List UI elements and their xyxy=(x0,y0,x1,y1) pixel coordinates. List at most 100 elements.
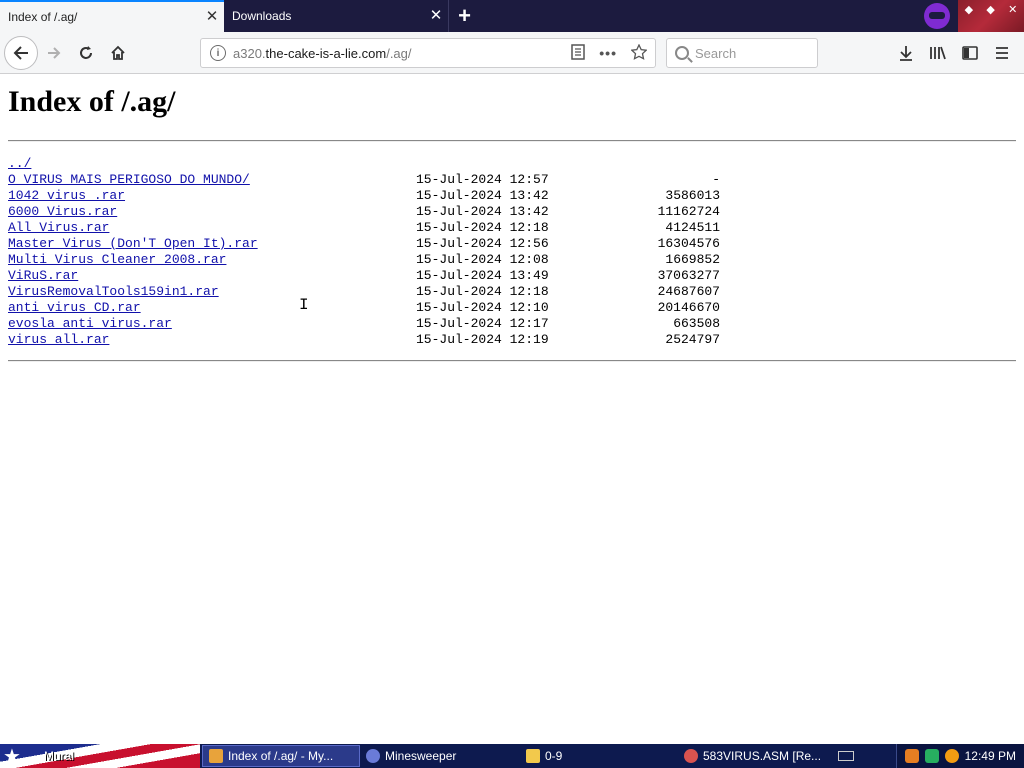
screen: Index of /.ag/ ✕ Downloads ✕ + ◆ ◆ ✕ i a… xyxy=(0,0,1024,768)
private-mask-icon xyxy=(924,3,950,29)
minimize-icon[interactable]: ◆ xyxy=(965,3,973,16)
tab-label: Index of /.ag/ xyxy=(8,10,78,24)
file-date: 15-Jul-2024 13:42 xyxy=(416,188,549,203)
file-date: 15-Jul-2024 12:57 xyxy=(416,172,549,187)
url-path: /.ag/ xyxy=(386,45,412,61)
file-size: 663508 xyxy=(673,316,720,331)
file-link[interactable]: ViRuS.rar xyxy=(8,268,78,283)
file-size: 11162724 xyxy=(657,204,720,219)
file-link[interactable]: VirusRemovalTools159in1.rar xyxy=(8,284,219,299)
text-cursor-icon: I xyxy=(299,296,309,314)
file-link[interactable]: anti virus CD.rar xyxy=(8,300,141,315)
sidebar-icon[interactable] xyxy=(954,37,986,69)
list-item: O VIRUS MAIS PERIGOSO DO MUNDO/15-Jul-20… xyxy=(8,172,720,188)
file-date: 15-Jul-2024 12:08 xyxy=(416,252,549,267)
file-date: 15-Jul-2024 12:18 xyxy=(416,220,549,235)
list-item: All Virus.rar 15-Jul-2024 12:18 4124511 xyxy=(8,220,720,236)
file-size: 4124511 xyxy=(665,220,720,235)
file-date: 15-Jul-2024 12:10 xyxy=(416,300,549,315)
start-button[interactable]: ★ Mural xyxy=(0,744,200,768)
new-tab-button[interactable]: + xyxy=(448,0,480,32)
page-content: Index of /.ag/ ../ O VIRUS MAIS PERIGOSO… xyxy=(0,74,1024,744)
list-item: Master Virus (Don'T Open It).rar 15-Jul-2… xyxy=(8,236,720,252)
search-input[interactable] xyxy=(695,45,805,61)
file-date: 15-Jul-2024 12:18 xyxy=(416,284,549,299)
list-item: Multi Virus Cleaner 2008.rar 15-Jul-2024 … xyxy=(8,252,720,268)
page-title: Index of /.ag/ xyxy=(8,85,176,118)
taskbar-item-folder[interactable]: 0-9 xyxy=(520,745,678,767)
search-icon xyxy=(675,46,689,60)
url-bar[interactable]: i a320.the-cake-is-a-lie.com/.ag/ ••• xyxy=(200,38,656,68)
file-link[interactable]: Multi Virus Cleaner 2008.rar xyxy=(8,252,226,267)
file-size: 3586013 xyxy=(665,188,720,203)
list-item: ../ xyxy=(8,156,720,172)
list-item: 6000 Virus.rar 15-Jul-2024 13:42 11162724 xyxy=(8,204,720,220)
divider xyxy=(8,140,1016,142)
list-item: VirusRemovalTools159in1.rar 15-Jul-2024 1… xyxy=(8,284,720,300)
maximize-icon[interactable]: ◆ xyxy=(986,3,994,16)
url-host: the-cake-is-a-lie.com xyxy=(265,45,387,61)
system-tray: 12:49 PM xyxy=(895,744,1024,768)
tray-network-icon[interactable] xyxy=(924,749,939,763)
tray-search-icon[interactable] xyxy=(944,749,959,763)
close-icon[interactable]: ✕ xyxy=(424,8,448,24)
star-icon: ★ xyxy=(3,745,21,768)
keyboard-icon[interactable] xyxy=(838,751,854,761)
reload-icon[interactable] xyxy=(70,37,102,69)
list-item: ViRuS.rar 15-Jul-2024 13:49 37063277 xyxy=(8,268,720,284)
forward-arrow-icon[interactable] xyxy=(38,37,70,69)
bookmark-star-icon[interactable] xyxy=(630,42,648,63)
task-label: 583VIRUS.ASM [Re... xyxy=(703,749,822,763)
download-icon[interactable] xyxy=(890,37,922,69)
file-size: 24687607 xyxy=(657,284,720,299)
taskbar-item-minesweeper[interactable]: Minesweeper xyxy=(360,745,520,767)
task-label: Minesweeper xyxy=(385,749,457,763)
clock[interactable]: 12:49 PM xyxy=(965,749,1016,763)
back-arrow-icon[interactable] xyxy=(4,35,38,70)
divider xyxy=(8,360,1016,362)
task-label: 0-9 xyxy=(545,749,563,763)
tab-strip: Index of /.ag/ ✕ Downloads ✕ + ◆ ◆ ✕ xyxy=(0,0,1024,32)
parent-link[interactable]: ../ xyxy=(8,156,31,171)
editor-icon xyxy=(684,749,698,763)
file-date: 15-Jul-2024 13:49 xyxy=(416,268,549,283)
info-icon[interactable]: i xyxy=(210,45,226,61)
home-icon[interactable] xyxy=(102,37,134,69)
file-size: 37063277 xyxy=(657,268,720,283)
browser-icon xyxy=(209,749,223,763)
close-window-icon[interactable]: ✕ xyxy=(1008,3,1017,16)
tab-label: Downloads xyxy=(232,9,292,23)
file-date: 15-Jul-2024 12:17 xyxy=(416,316,549,331)
tray-app-icon[interactable] xyxy=(904,749,919,763)
tab-index[interactable]: Index of /.ag/ ✕ xyxy=(0,0,224,32)
list-item: 1042 virus .rar 15-Jul-2024 13:42 3586013 xyxy=(8,188,720,204)
taskbar-item-editor[interactable]: 583VIRUS.ASM [Re... xyxy=(678,745,838,767)
list-item: anti virus CD.rar 15-Jul-2024 12:10 201466… xyxy=(8,300,720,316)
page-actions-icon[interactable]: ••• xyxy=(599,45,617,61)
url-text[interactable]: a320.the-cake-is-a-lie.com/.ag/ xyxy=(233,46,571,61)
menu-icon[interactable] xyxy=(986,37,1018,69)
library-icon[interactable] xyxy=(922,37,954,69)
search-bar[interactable] xyxy=(666,38,818,68)
reader-view-icon[interactable] xyxy=(571,43,586,63)
file-size: 16304576 xyxy=(657,236,720,251)
file-date: 15-Jul-2024 12:56 xyxy=(416,236,549,251)
file-link[interactable]: All Virus.rar xyxy=(8,220,109,235)
taskbar: ★ Mural Index of /.ag/ - My... Minesweep… xyxy=(0,744,1024,768)
taskbar-item-browser[interactable]: Index of /.ag/ - My... xyxy=(202,745,360,767)
list-item: virus all.rar 15-Jul-2024 12:19 2524797 xyxy=(8,332,720,348)
url-prefix: a320. xyxy=(233,45,266,61)
file-link[interactable]: evosla anti virus.rar xyxy=(8,316,172,331)
file-link[interactable]: 6000 Virus.rar xyxy=(8,204,117,219)
close-icon[interactable]: ✕ xyxy=(200,9,224,25)
file-link[interactable]: virus all.rar xyxy=(8,332,109,347)
file-size: 1669852 xyxy=(665,252,720,267)
folder-icon xyxy=(526,749,540,763)
file-date: 15-Jul-2024 13:42 xyxy=(416,204,549,219)
file-link[interactable]: 1042 virus .rar xyxy=(8,188,125,203)
file-listing: ../ O VIRUS MAIS PERIGOSO DO MUNDO/15-Ju… xyxy=(8,156,720,348)
file-size: 2524797 xyxy=(665,332,720,347)
tab-downloads[interactable]: Downloads ✕ xyxy=(224,0,448,32)
file-link[interactable]: O VIRUS MAIS PERIGOSO DO MUNDO/ xyxy=(8,172,250,187)
file-link[interactable]: Master Virus (Don'T Open It).rar xyxy=(8,236,258,251)
